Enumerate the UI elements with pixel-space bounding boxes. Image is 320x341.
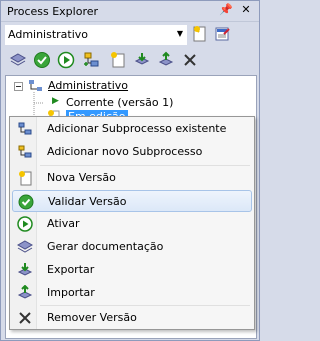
add-new-subprocess-icon: [18, 145, 32, 158]
documentation-icon: [17, 240, 33, 253]
play-icon: ▶: [52, 96, 59, 106]
export-icon: [17, 263, 33, 276]
activate-icon: [17, 216, 33, 232]
menu-item-add-existing-subprocess[interactable]: Adicionar Subprocesso existente: [12, 118, 252, 140]
activate-icon[interactable]: [57, 51, 75, 69]
new-version-icon: [19, 171, 32, 186]
context-menu: Adicionar Subprocesso existente Adiciona…: [9, 116, 255, 330]
chevron-down-icon[interactable]: ▼: [177, 29, 183, 38]
tree-item-corrente[interactable]: Corrente (versão 1): [66, 96, 173, 109]
add-subprocess-icon[interactable]: [83, 51, 101, 69]
import-icon[interactable]: [157, 51, 175, 69]
toolbar: [5, 47, 255, 73]
tree-root-administrativo[interactable]: Administrativo: [48, 79, 128, 92]
process-combo-value: Administrativo: [8, 28, 89, 41]
new-version-icon[interactable]: [109, 51, 127, 69]
menu-item-generate-documentation[interactable]: Gerar documentação: [12, 236, 252, 258]
properties-icon[interactable]: [213, 25, 231, 43]
menu-item-add-new-subprocess[interactable]: Adicionar novo Subprocesso: [12, 141, 252, 163]
menu-item-validate-version[interactable]: Validar Versão: [12, 190, 252, 212]
menu-separator: [40, 165, 250, 166]
panel-title: Process Explorer: [7, 5, 99, 18]
import-icon: [17, 285, 33, 299]
validate-icon[interactable]: [33, 51, 51, 69]
menu-item-remove-version[interactable]: Remover Versão: [12, 307, 252, 329]
validate-icon: [18, 194, 34, 210]
title-bar: Process Explorer 📌 ✕: [1, 1, 259, 22]
menu-item-import[interactable]: Importar: [12, 282, 252, 304]
menu-item-new-version[interactable]: Nova Versão: [12, 167, 252, 189]
menu-item-export[interactable]: Exportar: [12, 259, 252, 281]
close-icon[interactable]: ✕: [239, 3, 253, 17]
add-existing-subprocess-icon: [18, 122, 32, 135]
new-document-icon[interactable]: [191, 25, 209, 43]
process-combo[interactable]: Administrativo ▼: [5, 25, 187, 45]
layers-icon[interactable]: [9, 51, 27, 69]
menu-item-activate[interactable]: Ativar: [12, 213, 252, 235]
remove-icon[interactable]: [181, 51, 199, 69]
process-selector-row: Administrativo ▼: [1, 22, 259, 46]
remove-icon: [19, 312, 31, 324]
pin-icon[interactable]: 📌: [219, 3, 233, 17]
export-icon[interactable]: [133, 51, 151, 69]
hierarchy-icon: [29, 80, 42, 91]
menu-separator: [40, 305, 250, 306]
